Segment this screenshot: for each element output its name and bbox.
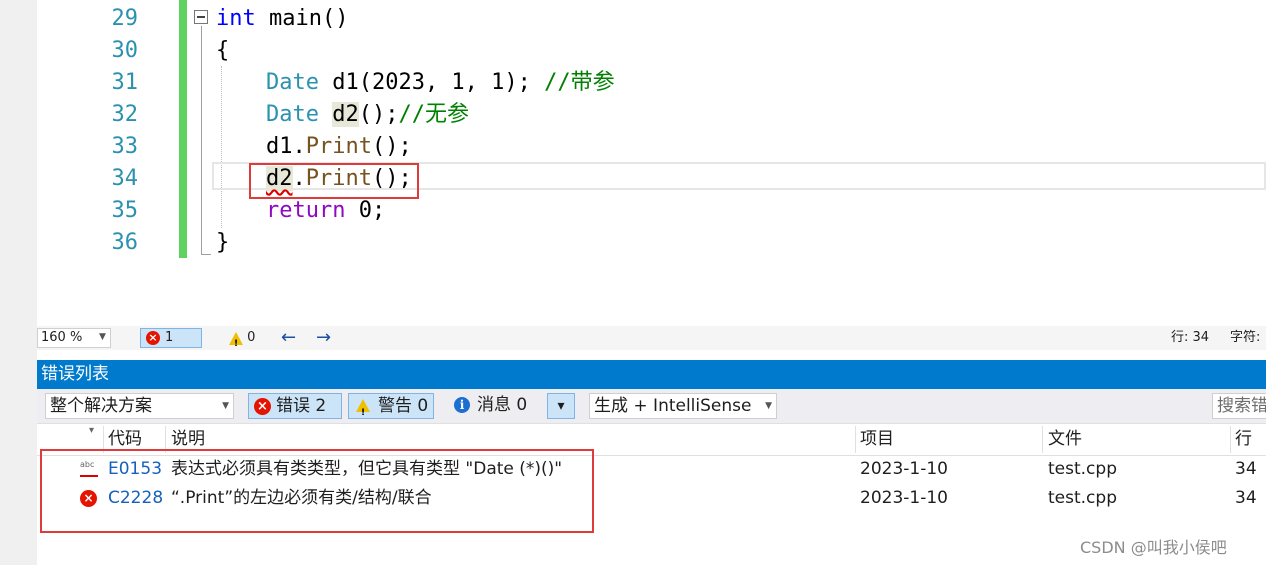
- error-icon: ×: [254, 398, 271, 415]
- line-indicator: 行: 34: [1171, 330, 1210, 345]
- column-project[interactable]: 项目: [860, 424, 894, 455]
- filter-toggle-button[interactable]: ▾: [547, 393, 575, 419]
- line-number: 30: [111, 38, 139, 63]
- main-signature: main(): [255, 6, 349, 31]
- line-number: 29: [111, 6, 139, 31]
- error-icon: ×: [146, 331, 160, 345]
- collapse-toggle-icon[interactable]: [194, 10, 208, 24]
- error-list-toolbar: 整个解决方案 ▼ × 错误 2 警告 0 i 消息 0 ▾ 生成 + Intel…: [37, 389, 1266, 425]
- warning-count: 0: [247, 330, 256, 345]
- filter-icon: ▾: [557, 398, 565, 414]
- comment: //带参: [544, 70, 615, 95]
- code-line-30[interactable]: {: [216, 35, 229, 67]
- annotation-highlight-box: [249, 163, 419, 199]
- search-input[interactable]: 搜索错误列表: [1212, 393, 1266, 419]
- keyword-return: return: [266, 198, 346, 223]
- errors-filter-button[interactable]: × 错误 2: [248, 393, 342, 419]
- messages-filter-button[interactable]: i 消息 0: [449, 393, 537, 419]
- line-number: 33: [111, 134, 139, 159]
- return-value: 0;: [345, 198, 386, 223]
- column-line[interactable]: 行: [1235, 424, 1252, 455]
- var-d2: d2: [332, 102, 359, 127]
- d1-declaration: d1(2023, 1, 1);: [318, 70, 545, 95]
- warning-icon: [356, 399, 370, 425]
- watermark: CSDN @叫我小侯吧: [1080, 538, 1227, 557]
- scope-value: 整个解决方案: [50, 396, 152, 416]
- error-line: 34: [1235, 459, 1257, 479]
- error-project: 2023-1-10: [860, 459, 948, 479]
- code-line-31[interactable]: Date d1(2023, 1, 1); //带参: [266, 67, 615, 99]
- messages-label: 消息 0: [477, 395, 528, 415]
- chevron-down-icon: ▼: [765, 401, 772, 411]
- keyword-int: int: [216, 6, 256, 31]
- warning-count-indicator[interactable]: 0: [209, 328, 256, 354]
- warnings-label: 警告 0: [378, 396, 429, 416]
- info-icon: i: [454, 397, 470, 413]
- warning-icon: [229, 332, 243, 354]
- type-date: Date: [266, 102, 319, 127]
- code-line-35[interactable]: return 0;: [266, 195, 385, 227]
- error-list-title[interactable]: 错误列表: [37, 360, 1266, 389]
- line-number: 34: [111, 166, 139, 191]
- error-file: test.cpp: [1048, 459, 1117, 479]
- chevron-down-icon: ▼: [222, 401, 229, 411]
- scope-guide-end: [201, 254, 211, 255]
- code-line-29[interactable]: int main(): [216, 3, 348, 35]
- error-project: 2023-1-10: [860, 488, 948, 508]
- build-source-value: 生成 + IntelliSense: [594, 396, 752, 416]
- error-count-indicator[interactable]: × 1: [140, 328, 202, 348]
- column-file[interactable]: 文件: [1048, 424, 1082, 455]
- build-source-dropdown[interactable]: 生成 + IntelliSense ▼: [589, 393, 777, 419]
- editor-left-strip: [0, 0, 37, 565]
- code-line-32[interactable]: Date d2();//无参: [266, 99, 469, 131]
- warnings-filter-button[interactable]: 警告 0: [348, 393, 434, 425]
- obj-d1: d1.: [266, 134, 306, 159]
- arrow-left-icon[interactable]: ←: [281, 326, 296, 350]
- type-date: Date: [266, 70, 319, 95]
- scope-guide-line: [201, 26, 202, 254]
- line-number: 32: [111, 102, 139, 127]
- indent-guide: [221, 66, 222, 228]
- error-count: 1: [165, 330, 174, 345]
- annotation-highlight-box: [40, 449, 594, 533]
- editor-status-bar: 160 % ▼ × 1 0 ← → 行: 34 字符:: [37, 326, 1266, 354]
- close-brace: }: [216, 230, 230, 255]
- fn-print: Print: [305, 134, 372, 159]
- line-number: 36: [111, 230, 139, 255]
- arrow-right-icon[interactable]: →: [316, 326, 331, 350]
- chevron-down-icon[interactable]: ▼: [99, 328, 106, 346]
- d2-parens: ();: [358, 102, 399, 127]
- comment: //无参: [398, 102, 469, 127]
- call-parens: ();: [371, 134, 412, 159]
- char-indicator: 字符:: [1230, 330, 1261, 345]
- error-file: test.cpp: [1048, 488, 1117, 508]
- line-number: 35: [111, 198, 139, 223]
- code-line-33[interactable]: d1.Print();: [266, 131, 412, 163]
- errors-label: 错误 2: [276, 396, 327, 416]
- code-line-36[interactable]: }: [216, 227, 229, 259]
- scope-dropdown[interactable]: 整个解决方案 ▼: [45, 393, 234, 419]
- change-tracking-bar: [179, 0, 187, 258]
- line-number: 31: [111, 70, 139, 95]
- open-brace: {: [216, 38, 230, 63]
- error-line: 34: [1235, 488, 1257, 508]
